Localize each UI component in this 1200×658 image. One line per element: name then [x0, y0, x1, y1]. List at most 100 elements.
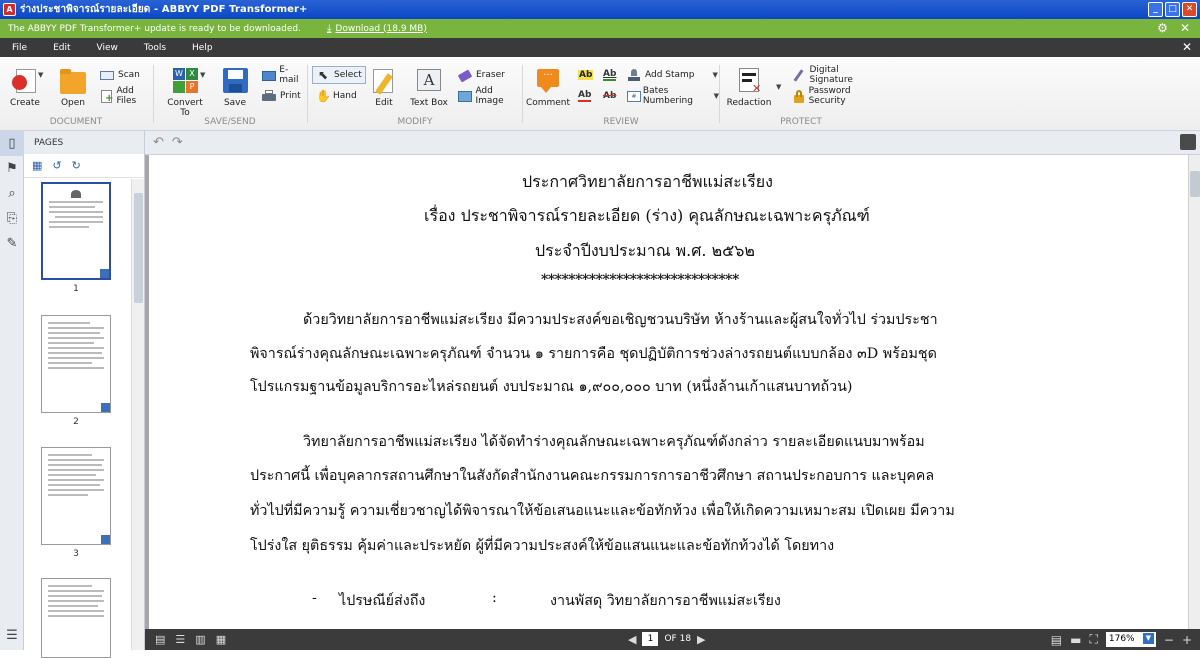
next-page-icon[interactable]: ▶ [697, 633, 705, 646]
fit-page-icon[interactable]: ▤ [1051, 633, 1062, 647]
email-label: E-mail [279, 65, 299, 85]
group-label-document: DOCUMENT [49, 117, 103, 127]
open-label: Open [60, 98, 86, 108]
eraser-button[interactable]: Eraser [457, 66, 505, 84]
single-page-view-icon[interactable]: ▤ [155, 633, 165, 646]
save-button[interactable]: Save [212, 67, 258, 108]
digital-signature-button[interactable]: Digital Signature [792, 65, 882, 85]
bookmarks-icon[interactable]: ⚑ [0, 156, 24, 181]
scan-label: Scan [118, 70, 140, 80]
rotate-left-icon[interactable]: ↺ [52, 159, 61, 172]
minimize-button[interactable]: _ [1148, 2, 1163, 17]
menu-file[interactable]: File [12, 43, 27, 53]
convert-to-dropdown-arrow[interactable]: ▼ [200, 71, 205, 79]
download-link[interactable]: ⤓ Download (18.9 MB) [327, 23, 427, 34]
doc-paragraph-line: โปรแกรมฐานข้อมูลบริการอะไหล่รถยนต์ งบประ… [250, 379, 853, 395]
fit-width-icon[interactable]: ▬ [1070, 633, 1081, 647]
bates-numbering-button[interactable]: # Bates Numbering ▼ [627, 86, 719, 106]
text-box-label: Text Box [410, 98, 448, 108]
highlight-text-icon: Ab [578, 70, 594, 80]
hand-label: Hand [333, 91, 357, 101]
zoom-dropdown-arrow[interactable]: ▼ [1142, 633, 1154, 644]
page-thumbnail-3[interactable] [41, 447, 111, 545]
signatures-icon[interactable]: ✎ [0, 231, 24, 256]
add-stamp-dropdown-arrow[interactable]: ▼ [713, 71, 718, 79]
attachments-paperclip-icon[interactable]: ⎘ [0, 206, 24, 231]
two-page-view-icon[interactable]: ▥ [195, 633, 205, 646]
page-thumbnail-1[interactable] [41, 182, 111, 280]
scan-icon [100, 69, 114, 82]
open-button[interactable]: Open [50, 67, 96, 108]
add-image-icon [458, 90, 472, 103]
pages-scrollbar[interactable] [131, 179, 144, 650]
text-box-button[interactable]: A Text Box [406, 67, 452, 108]
print-button[interactable]: Print [262, 87, 301, 105]
highlight-text-button[interactable]: Ab [578, 66, 594, 84]
menu-help[interactable]: Help [192, 43, 213, 53]
settings-gear-icon[interactable]: ⚙ [1157, 21, 1168, 35]
doc-title-line: ประกาศวิทยาลัยการอาชีพแม่สะเรียง [522, 172, 773, 191]
previous-page-icon[interactable]: ◀ [628, 633, 636, 646]
page-number-input[interactable]: 1 [642, 632, 659, 646]
redaction-dropdown-arrow[interactable]: ▼ [776, 83, 781, 91]
redaction-icon: ✕ [734, 67, 764, 95]
maximize-button[interactable]: □ [1165, 2, 1180, 17]
window-title: ร่างประชาพิจารณ์รายละเอียด - ABBYY PDF T… [20, 4, 308, 15]
undo-redo-icons[interactable]: ↶↷ [153, 135, 191, 150]
zoom-out-icon[interactable]: − [1164, 633, 1174, 647]
thumbnails-view-icon[interactable]: ▦ [216, 633, 226, 646]
zoom-controls: ▤ ▬ ⛶ 176% ▼ − + [1051, 632, 1192, 647]
menu-view[interactable]: View [97, 43, 118, 53]
document-scrollbar-thumb[interactable] [1190, 171, 1200, 197]
zoom-in-icon[interactable]: + [1182, 633, 1192, 647]
stamp-icon [627, 68, 641, 82]
document-scrollbar[interactable] [1188, 155, 1200, 629]
add-files-button[interactable]: + Add Files [100, 86, 152, 106]
select-tool-button[interactable]: ⬉ Select [312, 66, 366, 84]
email-button[interactable]: E-mail [262, 65, 306, 85]
redaction-button[interactable]: ✕ Redaction [726, 67, 772, 108]
strikethrough-button[interactable]: Ab [603, 87, 616, 105]
page-thumbnail-number: 2 [73, 417, 79, 427]
create-label: Create [10, 98, 40, 108]
menu-tools[interactable]: Tools [144, 43, 166, 53]
doc-paragraph-line: ด้วยวิทยาลัยการอาชีพแม่สะเรียง มีความประ… [303, 312, 938, 328]
add-stamp-button[interactable]: Add Stamp ▼ [627, 66, 718, 84]
save-label: Save [223, 98, 247, 108]
hand-tool-button[interactable]: ✋ Hand [315, 87, 357, 105]
underline-text-button[interactable]: Ab [603, 66, 617, 84]
doc-paragraph-line: วิทยาลัยการอาชีพแม่สะเรียง ได้จัดทำร่างค… [303, 434, 925, 450]
thumbnail-corner-marker [101, 535, 110, 544]
close-document-icon[interactable]: ✕ [1182, 40, 1192, 54]
rotate-right-icon[interactable]: ↻ [72, 159, 81, 172]
edit-button[interactable]: Edit [361, 67, 407, 108]
continuous-view-icon[interactable]: ☰ [175, 633, 185, 646]
comments-pane-icon[interactable] [1180, 134, 1196, 150]
page-thumbnail-4[interactable] [41, 578, 111, 658]
ribbon-toolbar: Create ▼ Open Scan + Add Files DOCUMENT … [0, 57, 1200, 131]
page-thumbnail-2[interactable] [41, 315, 111, 413]
comments-list-icon[interactable]: ☰ [0, 623, 24, 648]
pages-panel-icon[interactable]: ▯ [0, 131, 24, 156]
scan-button[interactable]: Scan [100, 66, 140, 84]
fullscreen-icon[interactable]: ⛶ [1089, 632, 1097, 647]
pages-scrollbar-thumb[interactable] [134, 193, 143, 303]
comment-button[interactable]: ··· Comment [525, 67, 571, 108]
group-review: ··· Comment Ab Ab Ab Ab Add Stamp ▼ # Ba… [523, 57, 719, 131]
zoom-level-select[interactable]: 176% ▼ [1105, 632, 1156, 647]
doc-list-label: ไปรษณีย์ส่งถึง [339, 593, 426, 609]
search-icon[interactable]: ⌕ [0, 181, 24, 206]
bates-numbering-icon: # [627, 90, 641, 103]
dismiss-update-icon[interactable]: ✕ [1180, 21, 1190, 35]
add-image-button[interactable]: Add Image [458, 86, 522, 106]
page-options-icon[interactable]: ▦ [32, 159, 42, 172]
page-navigation: ◀ 1 OF 18 ▶ [628, 632, 706, 646]
strikethrough-icon: Ab [603, 91, 617, 101]
highlight-area-button[interactable]: Ab [578, 87, 592, 105]
doc-list-colon: : [492, 590, 497, 606]
pages-panel: PAGES ▦ ↺ ↻ 1 2 3 [24, 131, 145, 658]
create-dropdown-arrow[interactable]: ▼ [38, 71, 43, 79]
menu-edit[interactable]: Edit [53, 43, 70, 53]
close-button[interactable]: ✕ [1182, 2, 1197, 17]
password-security-button[interactable]: Password Security [792, 86, 882, 106]
